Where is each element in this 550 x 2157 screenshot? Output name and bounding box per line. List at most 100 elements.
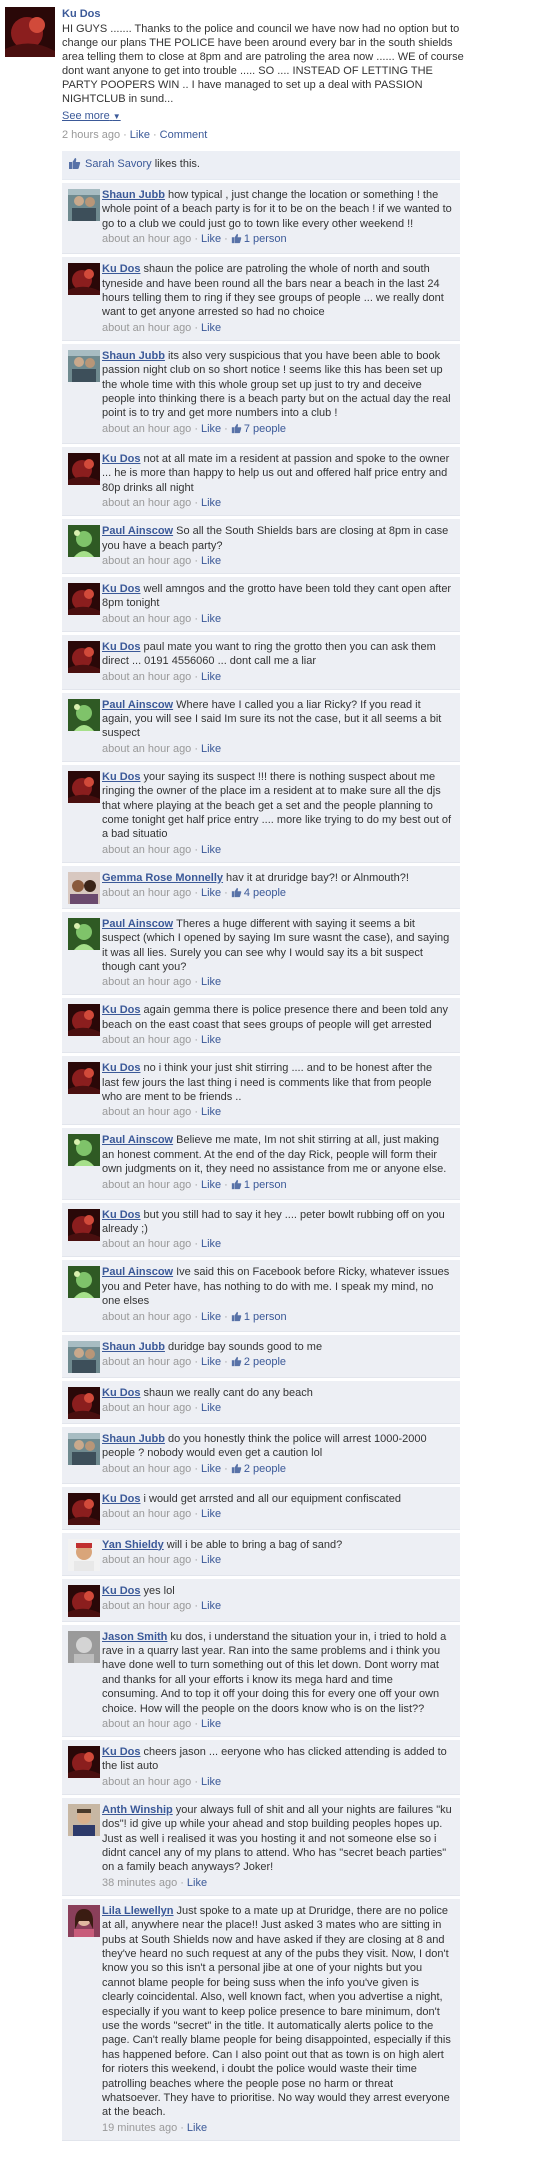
commenter-avatar[interactable] — [68, 1386, 100, 1419]
comment-likes-count[interactable]: 4 people — [231, 887, 286, 899]
comment-like-link[interactable]: Like — [201, 233, 221, 245]
commenter-name[interactable]: Ku Dos — [102, 583, 141, 595]
post-timestamp[interactable]: 2 hours ago — [62, 129, 120, 141]
post-like-link[interactable]: Like — [130, 129, 150, 141]
comment-like-link[interactable]: Like — [201, 1034, 221, 1046]
comment-like-link[interactable]: Like — [201, 1106, 221, 1118]
comment-like-link[interactable]: Like — [201, 423, 221, 435]
commenter-avatar[interactable] — [68, 1004, 100, 1037]
commenter-avatar[interactable] — [68, 525, 100, 558]
commenter-name[interactable]: Ku Dos — [102, 1493, 141, 1505]
comment-like-link[interactable]: Like — [201, 1179, 221, 1191]
comment-like-link[interactable]: Like — [201, 1508, 221, 1520]
commenter-avatar[interactable] — [68, 698, 100, 731]
comment-timestamp[interactable]: about an hour ago — [102, 1356, 191, 1368]
comment-like-link[interactable]: Like — [201, 322, 221, 334]
post-comment-link[interactable]: Comment — [160, 129, 208, 141]
commenter-avatar[interactable] — [68, 1062, 100, 1095]
comment-timestamp[interactable]: about an hour ago — [102, 671, 191, 683]
commenter-avatar[interactable] — [68, 1745, 100, 1778]
comment-likes-count[interactable]: 2 people — [231, 1356, 286, 1368]
comment-like-link[interactable]: Like — [187, 1877, 207, 1889]
comment-timestamp[interactable]: about an hour ago — [102, 1600, 191, 1612]
commenter-avatar[interactable] — [68, 582, 100, 615]
comment-like-link[interactable]: Like — [201, 887, 221, 899]
commenter-name[interactable]: Paul Ainscow — [102, 699, 173, 711]
commenter-avatar[interactable] — [68, 1134, 100, 1167]
commenter-avatar[interactable] — [68, 1432, 100, 1465]
commenter-name[interactable]: Jason Smith — [102, 1631, 167, 1643]
commenter-avatar[interactable] — [68, 452, 100, 485]
commenter-avatar[interactable] — [68, 1630, 100, 1663]
comment-like-link[interactable]: Like — [201, 1463, 221, 1475]
commenter-name[interactable]: Gemma Rose Monnelly — [102, 872, 223, 884]
comment-likes-count[interactable]: 1 person — [231, 1311, 287, 1323]
comment-timestamp[interactable]: about an hour ago — [102, 613, 191, 625]
comment-timestamp[interactable]: about an hour ago — [102, 1238, 191, 1250]
commenter-avatar[interactable] — [68, 640, 100, 673]
commenter-avatar[interactable] — [68, 871, 100, 904]
commenter-name[interactable]: Anth Winship — [102, 1804, 173, 1816]
comment-timestamp[interactable]: about an hour ago — [102, 1106, 191, 1118]
comment-like-link[interactable]: Like — [201, 1600, 221, 1612]
commenter-name[interactable]: Yan Shieldy — [102, 1539, 164, 1551]
comment-timestamp[interactable]: about an hour ago — [102, 1508, 191, 1520]
commenter-name[interactable]: Shaun Jubb — [102, 189, 165, 201]
comment-timestamp[interactable]: about an hour ago — [102, 322, 191, 334]
commenter-avatar[interactable] — [68, 1538, 100, 1571]
commenter-avatar[interactable] — [68, 1266, 100, 1299]
commenter-avatar[interactable] — [68, 770, 100, 803]
commenter-avatar[interactable] — [68, 1208, 100, 1241]
comment-likes-count[interactable]: 7 people — [231, 423, 286, 435]
comment-like-link[interactable]: Like — [201, 1311, 221, 1323]
comment-likes-count[interactable]: 1 person — [231, 233, 287, 245]
post-author-avatar[interactable] — [5, 7, 55, 57]
comment-timestamp[interactable]: about an hour ago — [102, 976, 191, 988]
commenter-avatar[interactable] — [68, 263, 100, 296]
comment-timestamp[interactable]: about an hour ago — [102, 1179, 191, 1191]
comment-timestamp[interactable]: about an hour ago — [102, 1554, 191, 1566]
commenter-avatar[interactable] — [68, 1584, 100, 1617]
comment-timestamp[interactable]: about an hour ago — [102, 1311, 191, 1323]
comment-like-link[interactable]: Like — [201, 1402, 221, 1414]
post-author-name[interactable]: Ku Dos — [62, 8, 540, 20]
commenter-name[interactable]: Ku Dos — [102, 771, 141, 783]
comment-timestamp[interactable]: about an hour ago — [102, 1776, 191, 1788]
commenter-name[interactable]: Ku Dos — [102, 1062, 141, 1074]
commenter-avatar[interactable] — [68, 1340, 100, 1373]
comment-timestamp[interactable]: 19 minutes ago — [102, 2122, 177, 2134]
comment-like-link[interactable]: Like — [201, 555, 221, 567]
commenter-name[interactable]: Ku Dos — [102, 1209, 141, 1221]
commenter-name[interactable]: Ku Dos — [102, 1585, 141, 1597]
comment-timestamp[interactable]: about an hour ago — [102, 1402, 191, 1414]
comment-like-link[interactable]: Like — [187, 2122, 207, 2134]
comment-timestamp[interactable]: about an hour ago — [102, 743, 191, 755]
commenter-name[interactable]: Paul Ainscow — [102, 1266, 173, 1278]
comment-like-link[interactable]: Like — [201, 844, 221, 856]
commenter-name[interactable]: Ku Dos — [102, 1746, 141, 1758]
commenter-name[interactable]: Lila Llewellyn — [102, 1905, 174, 1917]
comment-timestamp[interactable]: about an hour ago — [102, 497, 191, 509]
comment-timestamp[interactable]: about an hour ago — [102, 423, 191, 435]
commenter-name[interactable]: Paul Ainscow — [102, 1134, 173, 1146]
commenter-avatar[interactable] — [68, 1492, 100, 1525]
comment-like-link[interactable]: Like — [201, 671, 221, 683]
commenter-name[interactable]: Shaun Jubb — [102, 350, 165, 362]
comment-like-link[interactable]: Like — [201, 1776, 221, 1788]
commenter-avatar[interactable] — [68, 1904, 100, 1937]
commenter-name[interactable]: Ku Dos — [102, 1387, 141, 1399]
comment-likes-count[interactable]: 2 people — [231, 1463, 286, 1475]
comment-like-link[interactable]: Like — [201, 613, 221, 625]
commenter-name[interactable]: Ku Dos — [102, 641, 141, 653]
commenter-avatar[interactable] — [68, 349, 100, 382]
comment-timestamp[interactable]: about an hour ago — [102, 887, 191, 899]
commenter-avatar[interactable] — [68, 189, 100, 221]
comment-timestamp[interactable]: 38 minutes ago — [102, 1877, 177, 1889]
commenter-avatar[interactable] — [68, 1803, 100, 1836]
comment-like-link[interactable]: Like — [201, 1238, 221, 1250]
commenter-name[interactable]: Paul Ainscow — [102, 918, 173, 930]
comment-like-link[interactable]: Like — [201, 743, 221, 755]
comment-like-link[interactable]: Like — [201, 497, 221, 509]
comment-timestamp[interactable]: about an hour ago — [102, 1718, 191, 1730]
commenter-name[interactable]: Shaun Jubb — [102, 1341, 165, 1353]
